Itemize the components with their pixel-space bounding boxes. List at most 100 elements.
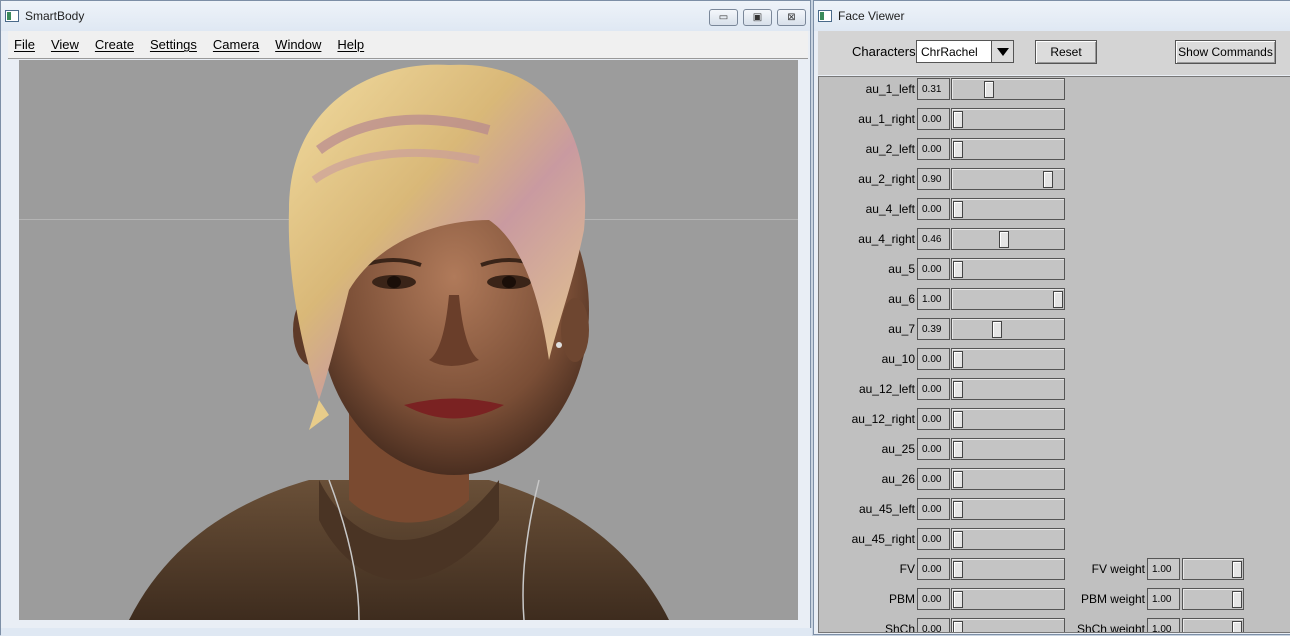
slider-value-field[interactable]: 1.00 (917, 288, 950, 310)
slider-track[interactable] (951, 288, 1065, 310)
slider-track[interactable] (951, 378, 1065, 400)
slider-thumb[interactable] (953, 411, 963, 428)
weight-slider-thumb[interactable] (1232, 591, 1242, 608)
character-select[interactable]: ChrRachel (916, 40, 1014, 63)
menu-create[interactable]: Create (95, 37, 134, 52)
slider-thumb[interactable] (953, 381, 963, 398)
smartbody-titlebar[interactable]: SmartBody ▭ ▣ ⊠ (1, 1, 810, 31)
slider-value-field[interactable]: 0.00 (917, 528, 950, 550)
weight-slider-track[interactable] (1182, 558, 1244, 580)
3d-viewport[interactable] (19, 60, 798, 620)
weight-label: FV weight (1091, 562, 1145, 576)
slider-thumb[interactable] (953, 141, 963, 158)
weight-slider-thumb[interactable] (1232, 561, 1242, 578)
slider-label: PBM (888, 592, 915, 606)
slider-value-field[interactable]: 0.31 (917, 78, 950, 100)
show-commands-button[interactable]: Show Commands (1175, 40, 1276, 64)
weight-label: PBM weight (1080, 592, 1145, 606)
slider-track[interactable] (951, 108, 1065, 130)
slider-thumb[interactable] (953, 261, 963, 278)
smartbody-window: SmartBody ▭ ▣ ⊠ File View Create Setting… (0, 0, 812, 636)
weight-slider-thumb[interactable] (1232, 621, 1242, 632)
slider-track[interactable] (951, 228, 1065, 250)
slider-value-field[interactable]: 0.00 (917, 558, 950, 580)
weight-value-field[interactable]: 1.00 (1147, 618, 1180, 632)
face-viewer-window: Face Viewer Characters ChrRachel Reset S… (813, 0, 1290, 635)
slider-track[interactable] (951, 348, 1065, 370)
character-select-value: ChrRachel (921, 44, 978, 59)
slider-track[interactable] (951, 558, 1065, 580)
slider-label: au_1_right (858, 112, 915, 126)
menu-file[interactable]: File (14, 37, 35, 52)
menu-window[interactable]: Window (275, 37, 321, 52)
menu-settings[interactable]: Settings (150, 37, 197, 52)
slider-track[interactable] (951, 138, 1065, 160)
slider-thumb[interactable] (953, 561, 963, 578)
slider-value-field[interactable]: 0.39 (917, 318, 950, 340)
slider-track[interactable] (951, 408, 1065, 430)
minimize-button[interactable]: ▭ (709, 9, 738, 26)
slider-thumb[interactable] (984, 81, 994, 98)
slider-track[interactable] (951, 468, 1065, 490)
slider-thumb[interactable] (992, 321, 1002, 338)
slider-track[interactable] (951, 498, 1065, 520)
slider-value-field[interactable]: 0.00 (917, 138, 950, 160)
slider-value-field[interactable]: 0.90 (917, 168, 950, 190)
slider-value-field[interactable]: 0.00 (917, 108, 950, 130)
reset-button[interactable]: Reset (1035, 40, 1097, 64)
slider-thumb[interactable] (999, 231, 1009, 248)
slider-value-field[interactable]: 0.00 (917, 618, 950, 632)
slider-track[interactable] (951, 198, 1065, 220)
weight-value-field[interactable]: 1.00 (1147, 558, 1180, 580)
slider-thumb[interactable] (953, 441, 963, 458)
slider-label: au_2_right (858, 172, 915, 186)
slider-value-field[interactable]: 0.46 (917, 228, 950, 250)
slider-thumb[interactable] (1043, 171, 1053, 188)
face-viewer-titlebar[interactable]: Face Viewer (814, 1, 1290, 31)
slider-label: au_6 (888, 292, 915, 306)
slider-label: ShCh (884, 622, 915, 633)
slider-thumb[interactable] (953, 201, 963, 218)
slider-value-field[interactable]: 0.00 (917, 438, 950, 460)
close-button[interactable]: ⊠ (777, 9, 806, 26)
weight-slider-track[interactable] (1182, 618, 1244, 632)
slider-thumb[interactable] (953, 621, 963, 632)
slider-track[interactable] (951, 618, 1065, 632)
slider-thumb[interactable] (953, 351, 963, 368)
slider-value-field[interactable]: 0.00 (917, 468, 950, 490)
slider-value-field[interactable]: 0.00 (917, 408, 950, 430)
slider-thumb[interactable] (953, 111, 963, 128)
slider-label: au_7 (888, 322, 915, 336)
slider-track[interactable] (951, 438, 1065, 460)
slider-value-field[interactable]: 0.00 (917, 588, 950, 610)
slider-track[interactable] (951, 258, 1065, 280)
weight-slider-track[interactable] (1182, 588, 1244, 610)
slider-thumb[interactable] (1053, 291, 1063, 308)
slider-track[interactable] (951, 78, 1065, 100)
chevron-down-icon[interactable] (991, 41, 1013, 62)
slider-value-field[interactable]: 0.00 (917, 258, 950, 280)
slider-value-field[interactable]: 0.00 (917, 198, 950, 220)
slider-thumb[interactable] (953, 531, 963, 548)
slider-thumb[interactable] (953, 591, 963, 608)
slider-track[interactable] (951, 168, 1065, 190)
weight-value-field[interactable]: 1.00 (1147, 588, 1180, 610)
slider-track[interactable] (951, 588, 1065, 610)
slider-label: FV (899, 562, 915, 576)
slider-thumb[interactable] (953, 501, 963, 518)
maximize-button[interactable]: ▣ (743, 9, 772, 26)
slider-label: au_12_left (858, 382, 915, 396)
slider-panel[interactable]: au_1_left 0.31 au_1_right 0.00 au_2_left 0.00… (818, 76, 1290, 633)
slider-value-field[interactable]: 0.00 (917, 348, 950, 370)
menu-bar: File View Create Settings Camera Window … (8, 31, 808, 59)
slider-track[interactable] (951, 318, 1065, 340)
slider-label: au_12_right (851, 412, 915, 426)
slider-thumb[interactable] (953, 471, 963, 488)
menu-camera[interactable]: Camera (213, 37, 259, 52)
slider-value-field[interactable]: 0.00 (917, 378, 950, 400)
window-title: Face Viewer (838, 9, 905, 23)
menu-help[interactable]: Help (337, 37, 364, 52)
slider-track[interactable] (951, 528, 1065, 550)
slider-value-field[interactable]: 0.00 (917, 498, 950, 520)
menu-view[interactable]: View (51, 37, 79, 52)
